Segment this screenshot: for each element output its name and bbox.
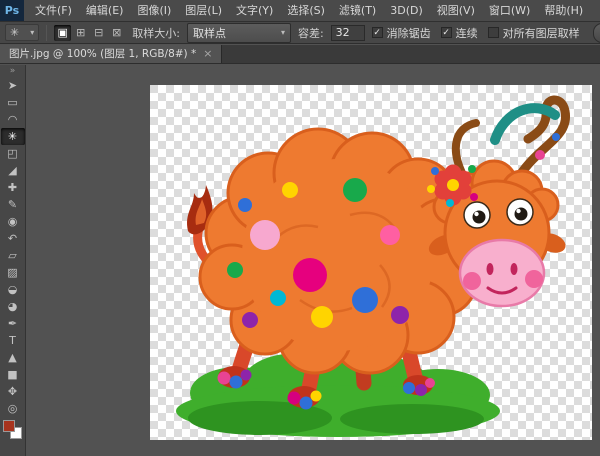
eraser-tool[interactable]: ▱ bbox=[1, 247, 25, 264]
healing-brush-tool[interactable]: ✚ bbox=[1, 179, 25, 196]
eyedropper-tool[interactable]: ◢ bbox=[1, 162, 25, 179]
tolerance-label: 容差: bbox=[298, 25, 324, 41]
collapse-panel-icon[interactable]: » bbox=[10, 66, 16, 77]
menu-layer[interactable]: 图层(L) bbox=[178, 0, 229, 21]
dodge-tool[interactable]: ◕ bbox=[1, 298, 25, 315]
selection-mode-group: ▣⊞⊟⊠ bbox=[54, 25, 125, 41]
menu-filter[interactable]: 滤镜(T) bbox=[332, 0, 383, 21]
menu-file[interactable]: 文件(F) bbox=[28, 0, 79, 21]
canvas-work-area bbox=[27, 65, 600, 456]
checkbox-box[interactable]: ✓ bbox=[372, 27, 383, 38]
history-brush-tool[interactable]: ↶ bbox=[1, 230, 25, 247]
menu-window[interactable]: 窗口(W) bbox=[482, 0, 537, 21]
document-tab[interactable]: 图片.jpg @ 100% (图层 1, RGB/8#) * × bbox=[0, 45, 222, 63]
brush-tool[interactable]: ✎ bbox=[1, 196, 25, 213]
checkbox-label: 消除锯齿 bbox=[387, 25, 431, 41]
image-transparency-area[interactable] bbox=[150, 85, 592, 440]
options-divider bbox=[46, 25, 47, 41]
document-tab-bar: 图片.jpg @ 100% (图层 1, RGB/8#) * × bbox=[0, 45, 600, 64]
lasso-tool[interactable]: ◠ bbox=[1, 111, 25, 128]
sample-all-layers-checkbox[interactable]: 对所有图层取样 bbox=[488, 25, 580, 41]
cheek-left bbox=[463, 272, 481, 290]
nostril-right bbox=[511, 263, 518, 275]
sample-size-value: 取样点 bbox=[193, 25, 226, 41]
zoom-tool[interactable]: ◎ bbox=[1, 400, 25, 417]
checkbox-label: 连续 bbox=[456, 25, 478, 41]
gradient-tool[interactable]: ▨ bbox=[1, 264, 25, 281]
crop-tool[interactable]: ◰ bbox=[1, 145, 25, 162]
anti-alias-checkbox[interactable]: ✓ 消除锯齿 bbox=[372, 25, 431, 41]
menu-edit[interactable]: 编辑(E) bbox=[79, 0, 131, 21]
menu-type[interactable]: 文字(Y) bbox=[229, 0, 280, 21]
magic-wand-tool[interactable]: ✳ bbox=[1, 128, 25, 145]
clone-stamp-tool[interactable]: ◉ bbox=[1, 213, 25, 230]
tool-options-bar: ✳ ▾ ▣⊞⊟⊠ 取样大小: 取样点 ▾ 容差: ✓ 消除锯齿 ✓ 连续 对所有图层取样… bbox=[0, 22, 600, 44]
menu-select[interactable]: 选择(S) bbox=[280, 0, 332, 21]
cheek-right bbox=[525, 270, 543, 288]
pen-tool[interactable]: ✒ bbox=[1, 315, 25, 332]
new-selection-icon[interactable]: ▣ bbox=[54, 25, 71, 41]
magic-wand-icon: ✳ bbox=[10, 26, 19, 39]
subtract-from-selection-icon[interactable]: ⊟ bbox=[90, 25, 107, 41]
tolerance-input[interactable] bbox=[331, 25, 365, 41]
menu-help[interactable]: 帮助(H) bbox=[537, 0, 590, 21]
foreground-color-swatch[interactable] bbox=[3, 420, 15, 432]
refine-edge-button[interactable]: 调整边缘... bbox=[593, 23, 600, 43]
type-tool[interactable]: T bbox=[1, 332, 25, 349]
checkbox-label: 对所有图层取样 bbox=[503, 25, 580, 41]
menu-image[interactable]: 图像(I) bbox=[130, 0, 178, 21]
contiguous-checkbox[interactable]: ✓ 连续 bbox=[441, 25, 478, 41]
menu-view[interactable]: 视图(V) bbox=[430, 0, 482, 21]
nostril-left bbox=[487, 263, 494, 275]
options-checkboxes: ✓ 消除锯齿 ✓ 连续 对所有图层取样 bbox=[372, 25, 580, 41]
path-selection-tool[interactable]: ▲ bbox=[1, 349, 25, 366]
document-tab-title: 图片.jpg @ 100% (图层 1, RGB/8#) * bbox=[9, 45, 196, 63]
tool-preset-picker[interactable]: ✳ ▾ bbox=[5, 24, 39, 41]
color-swatches bbox=[3, 420, 23, 441]
menu-threed[interactable]: 3D(D) bbox=[383, 0, 430, 21]
tool-list: ➤▭◠✳◰◢✚✎◉↶▱▨◒◕✒T▲■✥◎ bbox=[1, 77, 25, 417]
sample-size-select[interactable]: 取样点 ▾ bbox=[187, 23, 291, 43]
shape-tool[interactable]: ■ bbox=[1, 366, 25, 383]
photoshop-logo: Ps bbox=[0, 0, 24, 21]
menu-bar-items: 文件(F)编辑(E)图像(I)图层(L)文字(Y)选择(S)滤镜(T)3D(D)… bbox=[28, 0, 590, 21]
checkbox-box[interactable]: ✓ bbox=[441, 27, 452, 38]
menu-bar: Ps 文件(F)编辑(E)图像(I)图层(L)文字(Y)选择(S)滤镜(T)3D… bbox=[0, 0, 600, 22]
blur-tool[interactable]: ◒ bbox=[1, 281, 25, 298]
chevron-down-icon: ▾ bbox=[281, 28, 285, 37]
close-icon[interactable]: × bbox=[203, 45, 212, 63]
sample-size-label: 取样大小: bbox=[132, 25, 180, 41]
move-tool[interactable]: ➤ bbox=[1, 77, 25, 94]
artwork-cow-illustration bbox=[150, 85, 592, 440]
intersect-selection-icon[interactable]: ⊠ bbox=[108, 25, 125, 41]
marquee-tool[interactable]: ▭ bbox=[1, 94, 25, 111]
hand-tool[interactable]: ✥ bbox=[1, 383, 25, 400]
add-to-selection-icon[interactable]: ⊞ bbox=[72, 25, 89, 41]
tools-panel: » ➤▭◠✳◰◢✚✎◉↶▱▨◒◕✒T▲■✥◎ bbox=[0, 65, 26, 456]
checkbox-box[interactable] bbox=[488, 27, 499, 38]
chevron-down-icon: ▾ bbox=[30, 28, 34, 37]
